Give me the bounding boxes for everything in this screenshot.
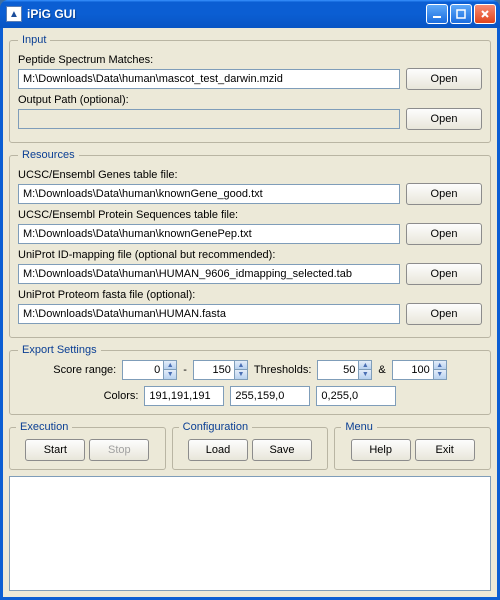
genes-input[interactable]	[18, 184, 400, 204]
psm-input[interactable]	[18, 69, 400, 89]
spin-up-icon[interactable]: ▲	[433, 361, 446, 370]
output-open-button[interactable]: Open	[406, 108, 482, 130]
window-title: iPiG GUI	[27, 7, 426, 21]
dash-label: -	[183, 364, 187, 376]
app-icon: ▲	[6, 6, 22, 22]
uniprot-id-open-button[interactable]: Open	[406, 263, 482, 285]
thresholds-label: Thresholds:	[254, 364, 311, 376]
help-button[interactable]: Help	[351, 439, 411, 461]
colors-label: Colors:	[104, 390, 139, 402]
start-button[interactable]: Start	[25, 439, 85, 461]
color2-input[interactable]	[230, 386, 310, 406]
threshold2-spinner[interactable]: ▲▼	[392, 360, 447, 380]
menu-group: Menu Help Exit	[334, 421, 491, 470]
input-group: Input Peptide Spectrum Matches: Open Out…	[9, 34, 491, 143]
score-max-input[interactable]	[194, 364, 234, 376]
titlebar: ▲ iPiG GUI	[0, 0, 500, 28]
score-min-spinner[interactable]: ▲▼	[122, 360, 177, 380]
protein-open-button[interactable]: Open	[406, 223, 482, 245]
spin-down-icon[interactable]: ▼	[234, 370, 247, 379]
color3-input[interactable]	[316, 386, 396, 406]
protein-label: UCSC/Ensembl Protein Sequences table fil…	[18, 209, 482, 221]
threshold1-input[interactable]	[318, 364, 358, 376]
genes-open-button[interactable]: Open	[406, 183, 482, 205]
execution-group: Execution Start Stop	[9, 421, 166, 470]
psm-label: Peptide Spectrum Matches:	[18, 54, 482, 66]
spin-down-icon[interactable]: ▼	[163, 370, 176, 379]
psm-open-button[interactable]: Open	[406, 68, 482, 90]
action-groups: Execution Start Stop Configuration Load …	[9, 421, 491, 470]
uniprot-fasta-label: UniProt Proteom fasta file (optional):	[18, 289, 482, 301]
color1-input[interactable]	[144, 386, 224, 406]
close-icon	[480, 9, 490, 19]
spin-up-icon[interactable]: ▲	[234, 361, 247, 370]
score-min-input[interactable]	[123, 364, 163, 376]
resources-legend: Resources	[18, 149, 79, 161]
configuration-legend: Configuration	[179, 421, 252, 433]
genes-label: UCSC/Ensembl Genes table file:	[18, 169, 482, 181]
content-area: Input Peptide Spectrum Matches: Open Out…	[0, 28, 500, 600]
output-input[interactable]	[18, 109, 400, 129]
export-legend: Export Settings	[18, 344, 101, 356]
threshold1-spinner[interactable]: ▲▼	[317, 360, 372, 380]
spin-up-icon[interactable]: ▲	[358, 361, 371, 370]
log-textarea[interactable]	[9, 476, 491, 591]
minimize-button[interactable]	[426, 4, 448, 24]
input-legend: Input	[18, 34, 50, 46]
protein-input[interactable]	[18, 224, 400, 244]
uniprot-id-input[interactable]	[18, 264, 400, 284]
execution-legend: Execution	[16, 421, 72, 433]
app-window: ▲ iPiG GUI Input Peptide Spectrum Matche…	[0, 0, 500, 600]
output-label: Output Path (optional):	[18, 94, 482, 106]
load-button[interactable]: Load	[188, 439, 248, 461]
uniprot-fasta-input[interactable]	[18, 304, 400, 324]
minimize-icon	[432, 9, 442, 19]
exit-button[interactable]: Exit	[415, 439, 475, 461]
close-button[interactable]	[474, 4, 496, 24]
resources-group: Resources UCSC/Ensembl Genes table file:…	[9, 149, 491, 338]
uniprot-fasta-open-button[interactable]: Open	[406, 303, 482, 325]
spin-up-icon[interactable]: ▲	[163, 361, 176, 370]
maximize-icon	[456, 9, 466, 19]
spin-down-icon[interactable]: ▼	[433, 370, 446, 379]
threshold2-input[interactable]	[393, 364, 433, 376]
score-range-label: Score range:	[53, 364, 116, 376]
spin-down-icon[interactable]: ▼	[358, 370, 371, 379]
maximize-button[interactable]	[450, 4, 472, 24]
export-group: Export Settings Score range: ▲▼ - ▲▼ Thr…	[9, 344, 491, 415]
save-button[interactable]: Save	[252, 439, 312, 461]
amp-label: &	[378, 364, 385, 376]
stop-button[interactable]: Stop	[89, 439, 149, 461]
menu-legend: Menu	[341, 421, 377, 433]
uniprot-id-label: UniProt ID-mapping file (optional but re…	[18, 249, 482, 261]
score-max-spinner[interactable]: ▲▼	[193, 360, 248, 380]
configuration-group: Configuration Load Save	[172, 421, 329, 470]
